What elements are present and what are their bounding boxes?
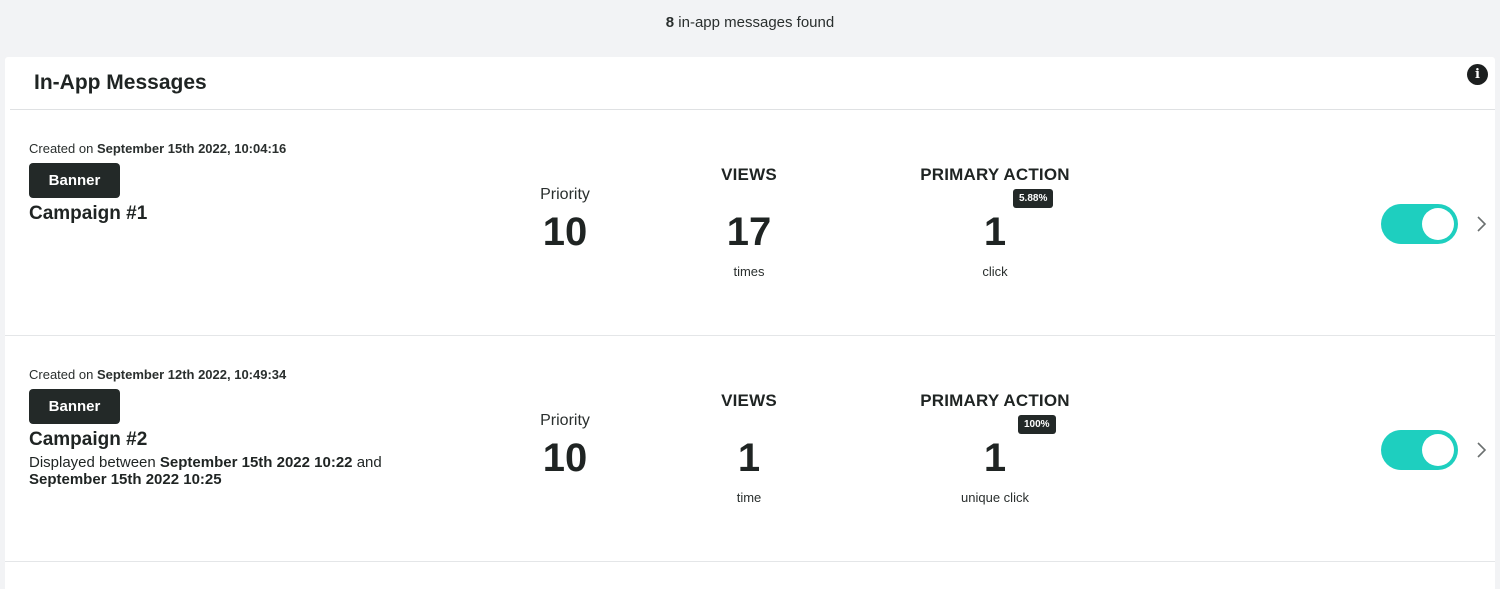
primary-action-unit: click bbox=[982, 264, 1008, 279]
chevron-right-icon[interactable] bbox=[1471, 440, 1491, 460]
primary-action-label: PRIMARY ACTION bbox=[920, 165, 1070, 184]
message-row-campaign-2[interactable]: Created on September 12th 2022, 10:49:34… bbox=[5, 336, 1495, 562]
primary-action-unit: unique click bbox=[961, 490, 1029, 505]
results-summary: 8 in-app messages found bbox=[0, 0, 1500, 46]
views-label: VIEWS bbox=[721, 391, 777, 410]
toggle-knob bbox=[1422, 434, 1454, 466]
display-range: Displayed between September 15th 2022 10… bbox=[29, 454, 382, 488]
created-date: Created on September 12th 2022, 10:49:34 bbox=[29, 367, 287, 382]
enable-toggle[interactable] bbox=[1381, 204, 1458, 244]
toggle-knob bbox=[1422, 208, 1454, 240]
primary-action-rate-badge: 100% bbox=[1018, 415, 1056, 434]
results-count: 8 bbox=[665, 14, 675, 31]
primary-action-value: 1 bbox=[983, 436, 1007, 480]
views-label: VIEWS bbox=[721, 165, 777, 184]
campaign-name: Campaign #2 bbox=[29, 429, 148, 450]
views-unit: times bbox=[733, 264, 765, 279]
panel-header: In-App Messages bbox=[10, 57, 1495, 110]
message-row-campaign-1[interactable]: Created on September 15th 2022, 10:04:16… bbox=[5, 110, 1495, 336]
info-icon[interactable]: i bbox=[1467, 64, 1488, 85]
page-title: In-App Messages bbox=[34, 71, 207, 94]
primary-action-label: PRIMARY ACTION bbox=[920, 391, 1070, 410]
campaign-name: Campaign #1 bbox=[29, 203, 148, 224]
enable-toggle[interactable] bbox=[1381, 430, 1458, 470]
views-value: 1 bbox=[737, 436, 761, 480]
message-type-badge: Banner bbox=[29, 389, 120, 424]
views-unit: time bbox=[736, 490, 762, 505]
messages-panel: In-App Messages i Created on September 1… bbox=[5, 57, 1495, 589]
views-value: 17 bbox=[726, 210, 772, 254]
results-text: in-app messages found bbox=[674, 14, 835, 31]
chevron-right-icon[interactable] bbox=[1471, 214, 1491, 234]
priority-label: Priority bbox=[540, 412, 590, 429]
priority-value: 10 bbox=[542, 210, 588, 254]
primary-action-rate-badge: 5.88% bbox=[1013, 189, 1054, 208]
message-type-badge: Banner bbox=[29, 163, 120, 198]
priority-value: 10 bbox=[542, 436, 588, 480]
primary-action-value: 1 bbox=[983, 210, 1007, 254]
created-date: Created on September 15th 2022, 10:04:16 bbox=[29, 141, 287, 156]
priority-label: Priority bbox=[540, 186, 590, 203]
